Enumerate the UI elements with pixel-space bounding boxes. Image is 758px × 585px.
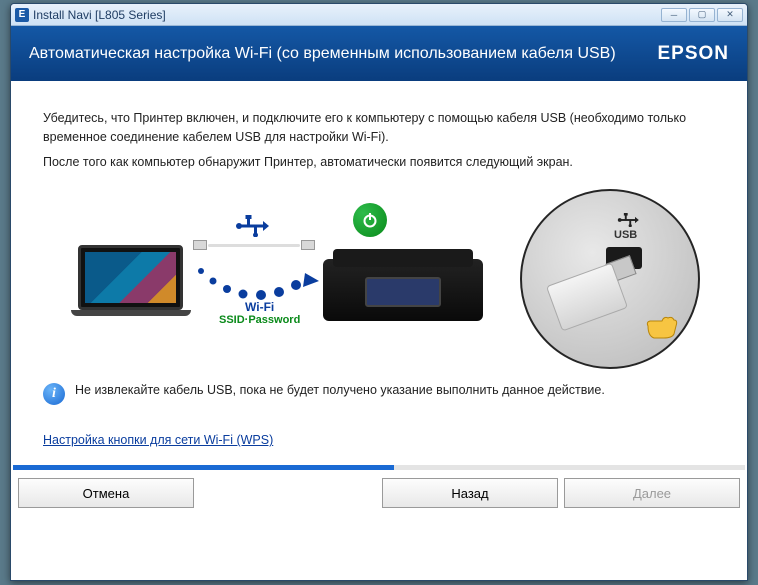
brand-logo: EPSON <box>657 43 729 65</box>
wizard-header: Автоматическая настройка Wi-Fi (со време… <box>11 26 747 81</box>
window-controls: ─ ▢ ✕ <box>661 8 743 22</box>
minimize-button[interactable]: ─ <box>661 8 687 22</box>
connection-diagram: Wi-Fi SSID·Password USB <box>43 185 715 375</box>
app-icon: E <box>15 8 29 22</box>
warning-note: i Не извлекайте кабель USB, пока не буде… <box>43 383 715 405</box>
content-area: Убедитесь, что Принтер включен, и подклю… <box>11 81 747 457</box>
instruction-para-1: Убедитесь, что Принтер включен, и подклю… <box>43 109 715 147</box>
note-text: Не извлекайте кабель USB, пока не будет … <box>75 383 605 397</box>
progress-fill <box>13 465 394 470</box>
maximize-button[interactable]: ▢ <box>689 8 715 22</box>
printer-icon <box>323 245 483 321</box>
wifi-dots-icon <box>193 263 323 303</box>
next-button: Далее <box>564 478 740 508</box>
installer-window: E Install Navi [L805 Series] ─ ▢ ✕ Автом… <box>10 3 748 581</box>
button-row: Отмена Назад Далее <box>11 470 747 514</box>
instruction-para-2: После того как компьютер обнаружит Принт… <box>43 153 715 172</box>
usb-cable-icon <box>193 237 317 253</box>
hand-pointer-icon <box>644 312 678 343</box>
usb-port-label: USB <box>614 229 637 241</box>
power-icon <box>353 203 387 237</box>
wps-setup-link[interactable]: Настройка кнопки для сети Wi-Fi (WPS) <box>43 433 273 447</box>
usb-port-detail: USB <box>520 189 700 369</box>
progress-bar <box>13 465 745 470</box>
cancel-button[interactable]: Отмена <box>18 478 194 508</box>
wifi-label: Wi-Fi SSID·Password <box>219 300 300 326</box>
back-button[interactable]: Назад <box>382 478 558 508</box>
titlebar[interactable]: E Install Navi [L805 Series] ─ ▢ ✕ <box>11 4 747 26</box>
window-title: Install Navi [L805 Series] <box>33 8 166 22</box>
close-button[interactable]: ✕ <box>717 8 743 22</box>
page-title: Автоматическая настройка Wi-Fi (со време… <box>29 45 657 63</box>
laptop-icon <box>78 245 193 320</box>
info-icon: i <box>43 383 65 405</box>
